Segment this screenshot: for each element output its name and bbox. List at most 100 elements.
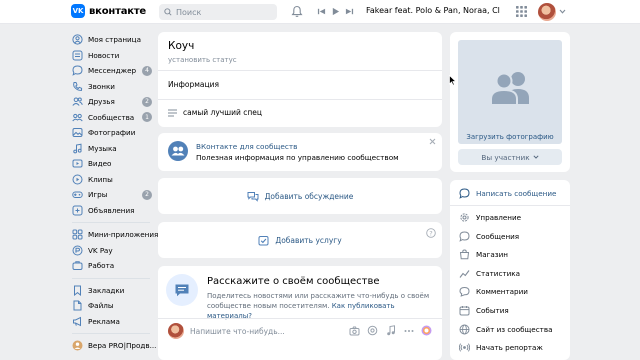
play-icon[interactable] [330,6,340,16]
chevron-down-icon[interactable] [559,9,566,14]
menu-item-chat[interactable]: Сообщения [459,231,519,242]
search-input[interactable] [176,7,266,17]
sidebar-item-group1-3[interactable]: Звонки [72,79,154,95]
sidebar-item-label: Музыка [88,143,117,153]
now-playing-track[interactable]: Fakear feat. Polo & Pan, Noraa, Clémence… [366,6,500,15]
menu-item-settings[interactable]: Управление [459,212,521,223]
sidebar-divider [72,277,150,279]
sidebar-item-group1-0[interactable]: Моя страница [72,32,154,48]
vk-logo-mark: VK [71,4,85,18]
next-track-icon[interactable] [344,6,354,16]
camera-icon[interactable] [349,325,360,336]
set-status-link[interactable]: установить статус [168,56,237,64]
write-message-button[interactable]: Написать сообщение [459,188,556,199]
sidebar-item-label: Реклама [88,316,120,326]
poster-color-icon[interactable] [421,325,432,336]
phone-icon [72,81,83,92]
sidebar-item-group2-1[interactable]: VK Pay [72,243,154,259]
left-sidebar: Моя страница Новости Мессенджер 4 Звонки Друз… [72,32,158,354]
user-avatar[interactable] [538,3,556,21]
menu-item-shop[interactable]: Магазин [459,249,508,260]
promo-title[interactable]: ВКонтакте для сообществ [196,142,297,151]
pay-icon [72,245,83,256]
vk-logo[interactable]: VK вконтакте [71,4,146,18]
stats-icon [459,268,470,279]
sidebar-item-group2-2[interactable]: Работа [72,258,154,274]
sidebar-item-group1-8[interactable]: Видео [72,156,154,172]
add-service-button[interactable]: Добавить услугу ? [158,222,442,258]
membership-dropdown-button[interactable]: Вы участник [458,149,562,165]
community-name: Коуч [168,40,195,52]
sidebar-item-group3-0[interactable]: Закладки [72,283,154,299]
notifications-bell-icon[interactable] [291,5,303,18]
help-question-icon[interactable]: ? [426,228,436,238]
message-icon [72,65,83,76]
sidebar-item-group1-11[interactable]: Объявления [72,203,154,219]
menu-item-live[interactable]: Начать репортаж [459,342,543,353]
music-note-icon[interactable] [385,325,396,336]
sidebar-item-group1-4[interactable]: Друзья 2 [72,94,154,110]
top-header: VK вконтакте Fakear feat. Polo & Pan, No… [0,0,640,24]
files-icon [72,300,83,311]
counter-badge: 2 [142,96,152,107]
live-icon [459,342,470,353]
sidebar-item-group4-0[interactable]: Вера PRO|Продв... [72,338,156,354]
sidebar-item-label: Видео [88,159,112,169]
search-icon [164,8,172,16]
vk-for-communities-banner[interactable]: ВКонтакте для сообществ Полезная информа… [158,133,442,171]
sidebar-item-group1-9[interactable]: Клипы [72,172,154,188]
community-description: самый лучший спец [168,108,262,117]
upload-photo-label[interactable]: Загрузить фотографию [458,133,562,141]
clip-video-icon[interactable] [367,325,378,336]
sidebar-item-group1-6[interactable]: Фотографии [72,125,154,141]
community-photo-card: Загрузить фотографию Вы участник [450,32,570,172]
speech-bubble-icon [166,274,198,306]
sidebar-item-group1-7[interactable]: Музыка [72,141,154,157]
discussion-bubbles-icon [247,191,259,202]
previous-track-icon[interactable] [316,6,326,16]
friends-icon [72,96,83,107]
apps-icon [72,229,83,240]
sidebar-item-group3-2[interactable]: Реклама [72,314,154,330]
divider [158,318,442,319]
close-icon[interactable] [429,138,436,145]
add-discussion-button[interactable]: Добавить обсуждение [158,178,442,214]
events-icon [459,305,470,316]
sidebar-item-group1-5[interactable]: Сообщества 1 [72,110,154,126]
sidebar-item-label: Сообщества [88,112,135,122]
menu-item-site[interactable]: Сайт из сообщества [459,324,553,335]
sidebar-item-group1-2[interactable]: Мессенджер 4 [72,63,154,79]
menu-item-comments[interactable]: Комментарии [459,286,528,298]
news-icon [72,50,83,61]
information-section-link[interactable]: Информация [168,80,219,89]
sidebar-item-label: Файлы [88,301,114,311]
menu-item-stats[interactable]: Статистика [459,268,520,279]
ads-icon [72,205,83,216]
sidebar-item-label: Закладки [88,285,125,295]
sidebar-item-group3-1[interactable]: Файлы [72,298,154,314]
write-message-label: Написать сообщение [476,189,557,198]
sidebar-item-label: Мини-приложения [88,230,159,240]
community-icon [72,340,83,351]
menu-item-events[interactable]: События [459,305,509,316]
games-icon [72,189,83,200]
upload-photo-area[interactable]: Загрузить фотографию [458,40,562,144]
search-box[interactable] [159,4,277,20]
tell-text: Поделитесь новостями или расскажите что-… [207,292,430,310]
divider [158,99,442,100]
sidebar-item-group2-0[interactable]: Мини-приложения [72,227,158,243]
sidebar-item-label: Моя страница [88,35,141,45]
sidebar-item-label: Фотографии [88,128,136,138]
menu-item-label: Управление [476,213,522,222]
chat-icon [459,231,470,242]
sidebar-item-label: Объявления [88,205,135,215]
more-dots-icon[interactable] [403,325,414,336]
description-lines-icon [168,109,177,117]
services-grid-icon[interactable] [516,6,527,17]
menu-item-label: Сайт из сообщества [476,324,553,334]
membership-label: Вы участник [481,152,530,162]
new-post-input[interactable] [190,324,290,338]
group-placeholder-icon [489,70,533,106]
sidebar-item-group1-10[interactable]: Игры 2 [72,187,154,203]
sidebar-item-group1-1[interactable]: Новости [72,48,154,64]
